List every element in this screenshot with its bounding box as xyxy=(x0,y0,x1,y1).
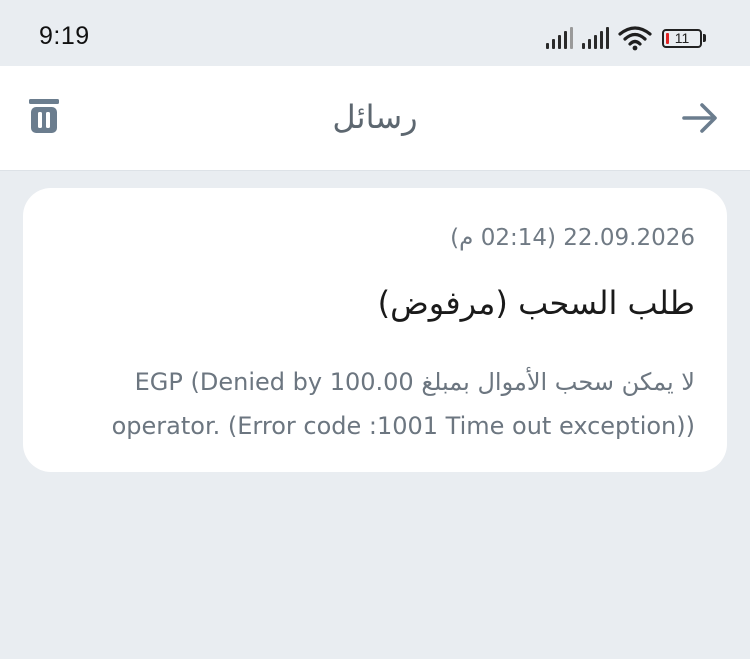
message-body-line: operator. (Error code :1001 Time out exc… xyxy=(111,412,695,440)
app-header: رسائل xyxy=(0,66,750,171)
message-body: لا يمكن سحب الأموال بمبلغ 100.00 EGP (De… xyxy=(95,360,695,448)
battery-level-text: 11 xyxy=(674,29,690,46)
battery-tip xyxy=(703,34,706,42)
page-title: رسائل xyxy=(332,98,418,136)
wifi-icon xyxy=(618,26,652,51)
signal-1-icon xyxy=(546,27,573,49)
back-button[interactable] xyxy=(678,96,722,140)
message-title: طلب السحب (مرفوض) xyxy=(377,284,695,322)
status-time: 9:19 xyxy=(39,22,90,50)
battery-level-indicator xyxy=(666,32,669,44)
status-bar: 9:19 11 xyxy=(0,0,750,66)
message-date: 22.09.2026 (02:14 م) xyxy=(450,225,695,251)
message-card[interactable]: 22.09.2026 (02:14 م) طلب السحب (مرفوض) ل… xyxy=(23,188,727,472)
arrow-right-icon xyxy=(682,103,717,133)
message-body-line: لا يمكن سحب الأموال بمبلغ 100.00 EGP (De… xyxy=(134,368,695,396)
signal-2-icon xyxy=(582,27,609,49)
status-icons: 11 xyxy=(546,23,706,53)
battery-icon: 11 xyxy=(662,28,702,48)
